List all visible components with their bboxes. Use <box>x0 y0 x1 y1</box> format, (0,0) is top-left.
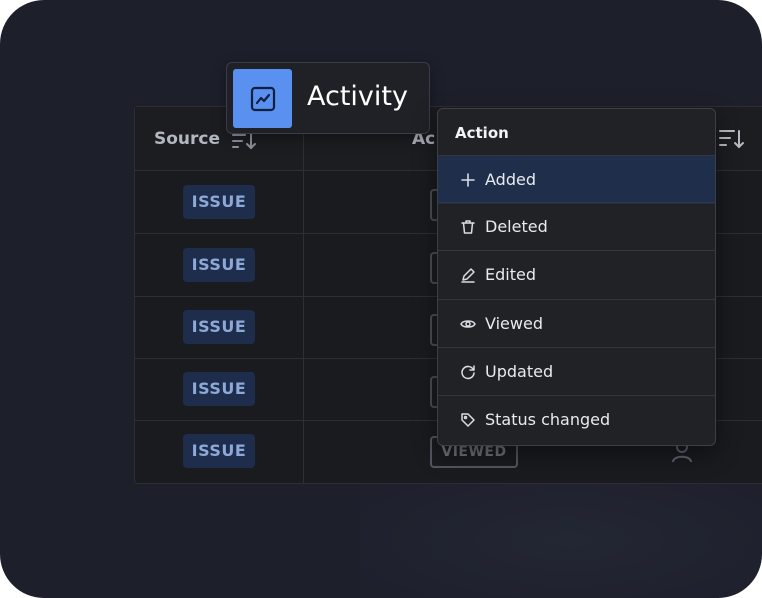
app-frame: Source Ac ISSUE ISSUE ISSUE ISSUE ISSUE … <box>0 0 762 598</box>
plus-icon <box>461 173 475 187</box>
column-header-source[interactable]: Source <box>154 129 220 149</box>
refresh-icon <box>461 365 475 380</box>
pencil-icon <box>461 268 475 283</box>
eye-icon <box>460 320 476 328</box>
trash-icon <box>461 220 475 234</box>
dropdown-item-edited[interactable]: Edited <box>438 250 715 299</box>
dropdown-item-viewed[interactable]: Viewed <box>438 299 715 348</box>
dropdown-item-updated[interactable]: Updated <box>438 347 715 396</box>
source-badge: ISSUE <box>183 185 255 219</box>
dropdown-item-added[interactable]: Added <box>438 155 715 204</box>
action-filter-dropdown: Action Added Deleted Edited Viewed Updat… <box>437 108 716 446</box>
background-glow <box>360 470 762 598</box>
dropdown-item-label: Edited <box>485 265 536 284</box>
dropdown-item-label: Status changed <box>485 410 611 429</box>
source-badge: ISSUE <box>183 310 255 344</box>
sort-icon[interactable] <box>231 131 257 151</box>
activity-icon-box <box>233 69 292 128</box>
dropdown-item-label: Updated <box>485 362 554 381</box>
activity-label: Activity <box>307 81 408 112</box>
source-badge: ISSUE <box>183 372 255 406</box>
activity-chip[interactable]: Activity <box>226 62 430 134</box>
dropdown-item-label: Deleted <box>485 217 548 236</box>
source-badge: ISSUE <box>183 248 255 282</box>
dropdown-item-deleted[interactable]: Deleted <box>438 202 715 251</box>
dropdown-item-status-changed[interactable]: Status changed <box>438 395 715 444</box>
chart-line-icon <box>250 86 275 111</box>
source-badge: ISSUE <box>183 434 255 468</box>
sort-icon[interactable] <box>718 127 746 151</box>
tag-icon <box>461 413 475 427</box>
dropdown-title: Action <box>455 124 509 142</box>
dropdown-item-label: Viewed <box>485 314 543 333</box>
dropdown-item-label: Added <box>485 170 536 189</box>
